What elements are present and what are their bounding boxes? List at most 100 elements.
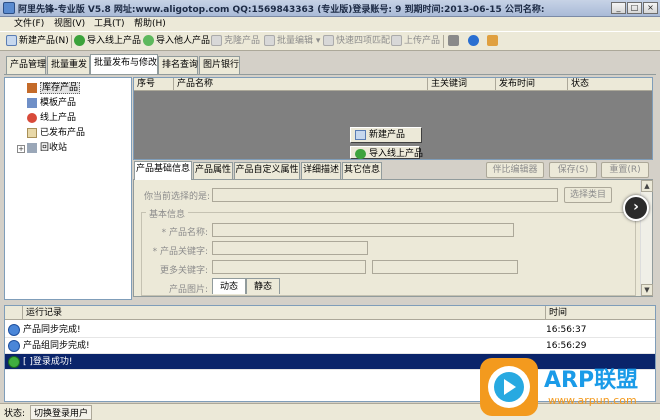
tree-item-template[interactable]: 模板产品 (27, 96, 76, 110)
download-icon (355, 149, 366, 159)
image-tab-dynamic[interactable]: 动态 (212, 278, 246, 294)
user-icon (487, 35, 498, 46)
minimize-button[interactable]: _ (611, 2, 626, 14)
menu-tools[interactable]: 工具(T) (94, 17, 125, 31)
new-product-button[interactable]: 新建产品(N) (6, 34, 69, 49)
tab-custom-attrs[interactable]: 产品自定义属性 (234, 162, 300, 179)
new-document-icon (6, 35, 17, 46)
quick-match-button[interactable]: 快速四项匹配 (323, 34, 390, 49)
product-image-label: 产品图片: (168, 285, 208, 295)
column-publish-time[interactable]: 发布时间 (496, 78, 568, 91)
menu-help[interactable]: 帮助(H) (134, 17, 166, 31)
menu-file[interactable]: 文件(F) (14, 17, 44, 31)
category-field[interactable] (212, 188, 558, 202)
match-icon (323, 35, 334, 46)
tree-item-inventory[interactable]: 库存产品 (27, 81, 81, 95)
toolbar: 新建产品(N) 导入线上产品 导入他人产品 克隆产品 批量编辑 ▾ 快速四项匹配… (0, 31, 660, 51)
scroll-up-arrow[interactable]: ▲ (641, 180, 653, 192)
menu-view[interactable]: 视图(V) (54, 17, 85, 31)
tree-item-online[interactable]: 线上产品 (27, 111, 76, 125)
clone-icon (211, 35, 222, 46)
tree-item-published[interactable]: 已发布产品 (27, 126, 85, 140)
watermark-url: www.arpun.com (548, 394, 637, 407)
close-button[interactable]: × (643, 2, 658, 14)
window-title: 阿里先锋-专业版 V5.8 网址:www.aligotop.com QQ:156… (18, 5, 545, 15)
info-icon (8, 340, 20, 352)
popup-import-online-button[interactable]: 导入线上产品 (350, 146, 423, 159)
product-keyword-field[interactable] (212, 241, 368, 255)
success-icon (8, 356, 20, 368)
upload-product-button[interactable]: 上传产品 (391, 34, 440, 49)
help-icon (468, 35, 479, 46)
globe-icon (27, 112, 37, 123)
more-keywords-field-2[interactable] (372, 260, 518, 274)
tab-product-management[interactable]: 产品管理 (6, 56, 46, 74)
tab-batch-repost[interactable]: 批量重发 (47, 56, 90, 74)
category-label: 你当前选择的是: (143, 192, 210, 202)
start-editor-button[interactable]: 伴比编辑器 (486, 162, 544, 178)
log-row[interactable]: 产品同步完成! 16:56:37 (5, 322, 655, 338)
product-name-label: * 产品名称: (161, 228, 208, 238)
batch-edit-button[interactable]: 批量编辑 ▾ (264, 34, 320, 49)
watermark-brand: ARP联盟 (544, 368, 639, 393)
product-keyword-label: * 产品关键字: (152, 247, 208, 257)
product-tree: 库存产品 模板产品 线上产品 已发布产品 + 回收站 (4, 77, 132, 300)
column-status[interactable]: 状态 (568, 78, 652, 91)
tools-icon (448, 35, 459, 46)
import-online-button[interactable]: 导入线上产品 (74, 34, 141, 49)
help-button[interactable] (468, 34, 481, 49)
select-category-button[interactable]: 选择类目 (564, 187, 612, 203)
column-keyword[interactable]: 主关键词 (428, 78, 496, 91)
maximize-button[interactable]: □ (627, 2, 642, 14)
tab-other-info[interactable]: 其它信息 (342, 162, 382, 179)
new-document-icon (355, 130, 366, 140)
tab-product-attrs[interactable]: 产品属性 (193, 162, 233, 179)
download-icon (143, 35, 154, 46)
box-icon (27, 82, 37, 93)
product-form: 你当前选择的是: 选择类目 基本信息 * 产品名称: * 产品关键字: 更多关键… (133, 179, 653, 297)
tab-image-bank[interactable]: 图片银行 (199, 56, 240, 74)
title-bar: 阿里先锋-专业版 V5.8 网址:www.aligotop.com QQ:156… (0, 0, 660, 17)
info-icon (8, 324, 20, 336)
switch-user-link[interactable]: 切换登录用户 (30, 405, 93, 420)
column-run-record[interactable]: 运行记录 (23, 306, 546, 320)
tab-batch-publish[interactable]: 批量发布与修改 (90, 54, 158, 74)
product-name-field[interactable] (212, 223, 514, 237)
template-icon (27, 97, 37, 108)
menu-bar: 文件(F) 视图(V) 工具(T) 帮助(H) (0, 17, 660, 31)
tab-basic-info[interactable]: 产品基础信息 (134, 161, 192, 180)
upload-icon (391, 35, 402, 46)
log-header: 运行记录 时间 (5, 306, 655, 320)
expand-toggle[interactable]: + (17, 145, 25, 153)
download-icon (74, 35, 85, 46)
scroll-down-arrow[interactable]: ▼ (641, 284, 653, 296)
arp-watermark: ARP联盟 www.arpun.com (476, 356, 656, 418)
product-grid: 序号 产品名称 主关键词 发布时间 状态 新建产品 导入线上产品 (133, 77, 653, 160)
column-product-name[interactable]: 产品名称 (174, 78, 428, 91)
clone-product-button[interactable]: 克隆产品 (211, 34, 260, 49)
app-icon (3, 2, 15, 14)
tab-ranking[interactable]: 排名查询 (158, 56, 198, 74)
edit-icon (264, 35, 275, 46)
more-keywords-field-1[interactable] (212, 260, 366, 274)
popup-new-product-button[interactable]: 新建产品 (350, 127, 422, 143)
tab-description[interactable]: 详细描述 (301, 162, 341, 179)
import-others-button[interactable]: 导入他人产品 (143, 34, 210, 49)
grid-header: 序号 产品名称 主关键词 发布时间 状态 (134, 78, 652, 91)
log-row[interactable]: 产品组同步完成! 16:56:29 (5, 338, 655, 354)
basic-info-title: 基本信息 (146, 207, 189, 220)
arp-logo (480, 358, 538, 416)
document-icon (27, 127, 37, 138)
status-label: 状态: (4, 409, 26, 419)
reset-button[interactable]: 重置(R) (601, 162, 649, 178)
tools-button[interactable] (448, 34, 461, 49)
image-tab-static[interactable]: 静态 (246, 278, 280, 294)
user-button[interactable] (487, 34, 500, 49)
next-arrow-button[interactable]: › (623, 195, 649, 221)
save-button[interactable]: 保存(S) (549, 162, 597, 178)
tree-item-recycle-bin[interactable]: 回收站 (27, 141, 67, 155)
column-index[interactable]: 序号 (134, 78, 174, 91)
column-time[interactable]: 时间 (546, 306, 655, 320)
more-keywords-label: 更多关键字: (159, 266, 208, 276)
recycle-bin-icon (27, 142, 37, 153)
